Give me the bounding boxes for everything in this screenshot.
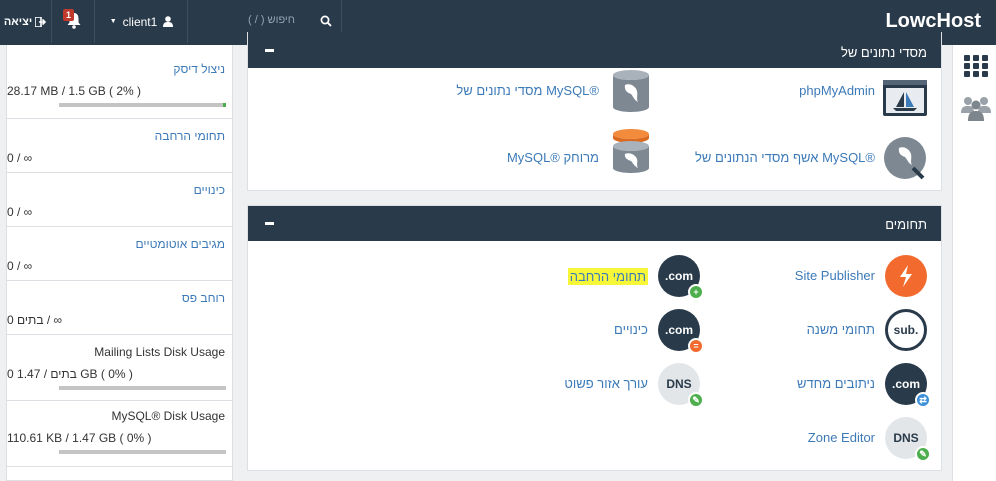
- notification-badge: 1: [63, 9, 75, 21]
- logout-button[interactable]: יציאה: [0, 0, 50, 43]
- stat-bandwidth[interactable]: רוחב פס 0 בתים / ∞: [7, 281, 232, 335]
- aliases-link[interactable]: כינויים .com =: [614, 309, 704, 354]
- stat-title[interactable]: תחומי הרחבה: [155, 129, 225, 143]
- icon-text: .com: [664, 269, 693, 283]
- aliases-icon: .com =: [658, 309, 704, 354]
- addon-domains-link[interactable]: תחומי הרחבה .com +: [567, 255, 704, 300]
- icon-text: DNS: [666, 377, 692, 391]
- redirect-badge-icon: ⇄: [915, 392, 931, 408]
- stat-aliases[interactable]: כינויים 0 / ∞: [7, 173, 232, 227]
- progress-bar: [59, 450, 226, 454]
- stat-value: 0 בתים / 1.47 GB ( 0% ): [7, 367, 133, 381]
- item-label: תחומי משנה: [806, 322, 875, 337]
- notifications-button[interactable]: 1: [51, 0, 95, 43]
- simple-zone-editor-icon: DNS ✎: [658, 363, 704, 408]
- remote-mysql-icon: [613, 129, 649, 173]
- collapse-icon[interactable]: [265, 49, 274, 52]
- username: client1: [122, 14, 158, 29]
- mysql-wizard-link[interactable]: אשף מסדי הנתונים של MySQL®: [695, 137, 927, 180]
- zone-editor-icon: DNS ✎: [885, 417, 931, 462]
- site-publisher-icon: [885, 255, 927, 297]
- addon-domains-icon: .com +: [658, 255, 704, 300]
- subdomains-icon: sub.: [885, 309, 927, 351]
- stat-value: 0 / ∞: [7, 205, 33, 219]
- icon-text: DNS: [893, 431, 919, 445]
- icon-text: .com: [891, 377, 920, 391]
- item-label: עורך אזור פשוט: [564, 376, 648, 391]
- icon-text: .com: [664, 323, 693, 337]
- panel-title: תחומים: [885, 217, 927, 232]
- user-menu[interactable]: ▼ client1: [96, 0, 188, 43]
- item-label: MySQL® מרוחק: [506, 150, 599, 165]
- progress-bar: [59, 103, 226, 107]
- item-label: אשף מסדי הנתונים של MySQL®: [695, 150, 875, 165]
- stat-value: 0 / ∞: [7, 151, 33, 165]
- mysql-database-icon: [613, 70, 649, 112]
- item-label: מסדי נתונים של MySQL®: [456, 83, 599, 98]
- stat-title[interactable]: ניצול דיסק: [173, 62, 225, 76]
- pencil-badge-icon: ✎: [688, 392, 704, 408]
- progress-bar: [59, 386, 226, 390]
- equals-badge-icon: =: [688, 338, 704, 354]
- chevron-down-icon: ▼: [109, 18, 117, 25]
- databases-panel-header[interactable]: מסדי נתונים של: [248, 32, 941, 68]
- progress-fill: [222, 103, 226, 107]
- stat-title: Mailing Lists Disk Usage: [94, 345, 225, 359]
- domains-panel: תחומים Site Publisher תחומי משנה sub. ני…: [247, 205, 942, 471]
- stat-value: 0 בתים / ∞: [7, 313, 63, 327]
- phpmyadmin-icon: [883, 80, 927, 116]
- users-icon[interactable]: [961, 95, 991, 121]
- mysql-wizard-icon: [884, 137, 926, 180]
- item-label: ניתובים מחדש: [796, 376, 875, 391]
- item-label: phpMyAdmin: [799, 83, 875, 98]
- stat-title: MySQL® Disk Usage: [111, 409, 225, 423]
- collapse-icon[interactable]: [265, 222, 274, 225]
- stat-addon-domains[interactable]: תחומי הרחבה 0 / ∞: [7, 119, 232, 173]
- logout-icon: [35, 16, 47, 27]
- subdomains-link[interactable]: תחומי משנה sub.: [806, 309, 927, 351]
- stat-autoresponders[interactable]: מגיבים אוטומטיים 0 / ∞: [7, 227, 232, 281]
- site-publisher-link[interactable]: Site Publisher: [794, 255, 927, 297]
- phpmyadmin-link[interactable]: phpMyAdmin: [799, 80, 927, 116]
- stat-disk-usage[interactable]: ניצול דיסק 28.17 MB / 1.5 GB ( 2% ): [7, 45, 232, 119]
- redirects-icon: .com ⇄: [885, 363, 931, 408]
- right-tool-strip: [952, 45, 996, 481]
- icon-text: sub.: [893, 323, 919, 337]
- stat-mysql-disk: MySQL® Disk Usage 110.61 KB / 1.47 GB ( …: [7, 401, 232, 467]
- mysql-databases-link[interactable]: מסדי נתונים של MySQL®: [456, 70, 651, 112]
- redirects-link[interactable]: ניתובים מחדש .com ⇄: [796, 363, 931, 408]
- pencil-badge-icon: ✎: [915, 446, 931, 462]
- item-label: Zone Editor: [807, 430, 875, 445]
- stat-title[interactable]: רוחב פס: [182, 291, 225, 305]
- stat-value: 0 / ∞: [7, 259, 33, 273]
- item-label: Site Publisher: [794, 268, 875, 283]
- item-label: כינויים: [614, 322, 648, 337]
- stat-mailing-lists-disk: Mailing Lists Disk Usage 0 בתים / 1.47 G…: [7, 335, 232, 401]
- item-label: תחומי הרחבה: [567, 268, 648, 285]
- logout-label: יציאה: [3, 15, 33, 28]
- databases-panel: מסדי נתונים של phpMyAdmin מסדי נתונים של…: [247, 32, 942, 191]
- search-icon: [320, 15, 332, 27]
- grid-icon[interactable]: [964, 55, 988, 77]
- statistics-panel: ניצול דיסק 28.17 MB / 1.5 GB ( 2% ) תחומ…: [6, 45, 233, 481]
- simple-zone-editor-link[interactable]: עורך אזור פשוט DNS ✎: [564, 363, 704, 408]
- stat-value: 110.61 KB / 1.47 GB ( 0% ): [7, 431, 152, 445]
- stat-value: 28.17 MB / 1.5 GB ( 2% ): [7, 84, 142, 98]
- brand-logo[interactable]: LowcHost: [885, 10, 981, 33]
- panel-title: מסדי נתונים של: [840, 45, 927, 60]
- remote-mysql-link[interactable]: MySQL® מרוחק: [506, 129, 651, 173]
- user-icon: [163, 16, 174, 27]
- zone-editor-link[interactable]: Zone Editor DNS ✎: [807, 417, 931, 462]
- domains-panel-header[interactable]: תחומים: [248, 206, 941, 241]
- stat-title[interactable]: כינויים: [194, 183, 225, 197]
- plus-badge-icon: +: [688, 284, 704, 300]
- stat-title[interactable]: מגיבים אוטומטיים: [135, 237, 225, 251]
- search-input[interactable]: חיפוש ( / ): [248, 14, 308, 26]
